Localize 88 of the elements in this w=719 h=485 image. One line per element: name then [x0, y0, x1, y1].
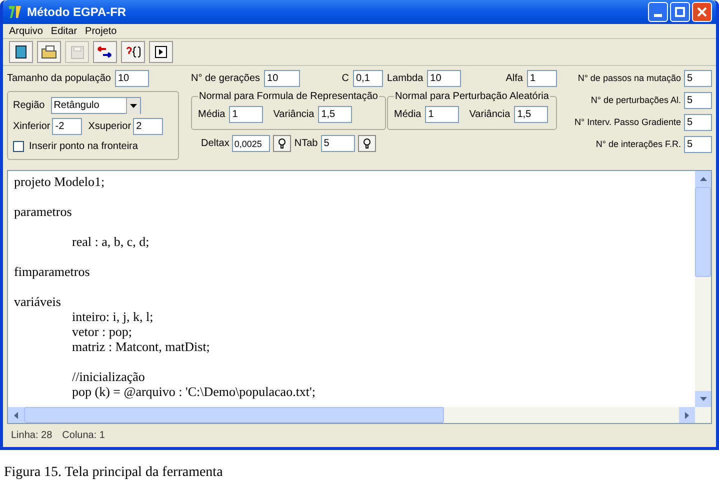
minimize-button[interactable] [648, 2, 668, 22]
code-line: variáveis [14, 294, 61, 309]
app-icon [7, 4, 23, 20]
maximize-button[interactable] [670, 2, 690, 22]
input-field[interactable]: 5 [684, 136, 712, 153]
play-icon [155, 46, 167, 58]
toolbar-button[interactable] [9, 41, 33, 63]
input-field[interactable]: 5 [684, 114, 712, 131]
field-label: Xinferior [13, 120, 50, 134]
field-label: N° de passos na mutação [578, 72, 681, 85]
menu-item[interactable]: Arquivo [9, 24, 43, 38]
input-field[interactable]: 10 [427, 70, 462, 87]
field-label: Variância [469, 108, 510, 122]
code-line: inteiro: i, j, k, l; [72, 309, 154, 324]
input-field[interactable]: 5 [320, 135, 355, 152]
field-label: N° de gerações [191, 72, 260, 86]
code-line: //inicialização [72, 369, 145, 384]
input-field[interactable]: 10 [114, 70, 149, 87]
close-button[interactable] [692, 2, 712, 22]
field-label: N° de perturbações Al. [590, 94, 681, 107]
arrows-icon [97, 45, 113, 59]
input-field[interactable]: 0,0025 [232, 135, 270, 152]
status-text: Coluna: 1 [62, 428, 105, 442]
toolbar-button[interactable] [37, 41, 61, 63]
field-label: Variância [273, 108, 314, 122]
scroll-down-icon [700, 397, 706, 401]
field-label: C [342, 72, 349, 86]
input-field[interactable]: 1,5 [514, 106, 548, 123]
field-label: Alfa [506, 72, 523, 86]
vertical-scrollbar[interactable] [695, 171, 711, 407]
input-field[interactable]: 10 [264, 70, 300, 87]
scroll-left-icon [14, 412, 18, 418]
code-editor[interactable]: projeto Modelo1; parametros real : a, b, c, d; fimparametros variáveis inteiro: i, j, k, l; vetor : pop; matriz : Matcont, matDist; //inicialização pop (k) = @arquivo : 'C:\Demo\populacao.txt'; [7, 170, 712, 424]
checkbox[interactable] [13, 141, 24, 152]
menu-item[interactable]: Editar [50, 24, 78, 38]
code-line: pop (k) = @arquivo : 'C:\Demo\populacao.txt'; [72, 384, 316, 399]
window-title: Método EGPA-FR [27, 4, 126, 21]
figure-caption: Figura 15. Tela principal da ferramenta [4, 465, 223, 480]
field-label: NTab [294, 137, 318, 151]
code-line: matriz : Matcont, matDist; [72, 339, 210, 354]
code-line: parametros [14, 204, 72, 219]
minimize-icon [654, 14, 662, 17]
input-field[interactable]: 5 [684, 70, 712, 87]
toolbar-button[interactable] [149, 41, 173, 63]
code-line: fimparametros [14, 264, 90, 279]
maximize-icon [675, 7, 685, 17]
bulb-button[interactable] [273, 135, 292, 152]
group-title: Normal para Formula de Representação [198, 90, 379, 104]
input-field[interactable]: 2 [133, 118, 164, 135]
toolbar-button[interactable] [93, 41, 117, 63]
code-line: real : a, b, c, d; [72, 234, 150, 249]
menu-item[interactable]: Projeto [85, 24, 117, 38]
input-field[interactable]: 1 [527, 70, 557, 87]
dropdown-caret-icon [126, 98, 140, 114]
folder-icon [41, 45, 57, 59]
field-label: Média [198, 108, 226, 122]
bulb-icon [362, 138, 371, 149]
close-icon [697, 7, 707, 17]
field-label: Tamanho da população [7, 72, 111, 86]
bulb-button[interactable] [358, 135, 376, 152]
field-label: Deltax [201, 137, 230, 151]
input-field[interactable]: 0,1 [353, 70, 383, 87]
scroll-up-icon [700, 177, 706, 181]
toolbar-button[interactable] [121, 41, 145, 63]
scroll-right-icon [685, 412, 689, 418]
code-line: projeto Modelo1; [14, 174, 105, 189]
input-field[interactable]: 1 [425, 106, 460, 123]
scroll-thumb[interactable] [24, 407, 444, 423]
region-dropdown[interactable]: Retângulo [50, 97, 141, 114]
input-field[interactable]: -2 [52, 118, 82, 135]
status-text: Linha: 28 [11, 428, 52, 442]
input-field[interactable]: 1,5 [318, 106, 352, 123]
field-label: N° de interações F.R. [596, 138, 681, 151]
field-label: N° Interv. Passo Gradiente [574, 116, 681, 129]
field-label: Lambda [387, 72, 424, 86]
field-label: Média [394, 108, 422, 122]
input-field[interactable]: 5 [684, 92, 712, 109]
horizontal-scrollbar[interactable] [8, 407, 711, 423]
checkbox-label: Inserir ponto na fronteira [29, 140, 138, 154]
field-label: Xsuperior [88, 120, 132, 134]
scroll-thumb[interactable] [695, 187, 711, 277]
group-title: Normal para Perturbação Aleatória [394, 90, 550, 104]
bulb-icon [278, 138, 286, 149]
input-field[interactable]: 1 [229, 106, 264, 123]
code-line: vetor : pop; [72, 324, 132, 339]
braces-icon [125, 45, 141, 59]
field-label: Região [13, 99, 45, 113]
document-icon [15, 45, 27, 59]
